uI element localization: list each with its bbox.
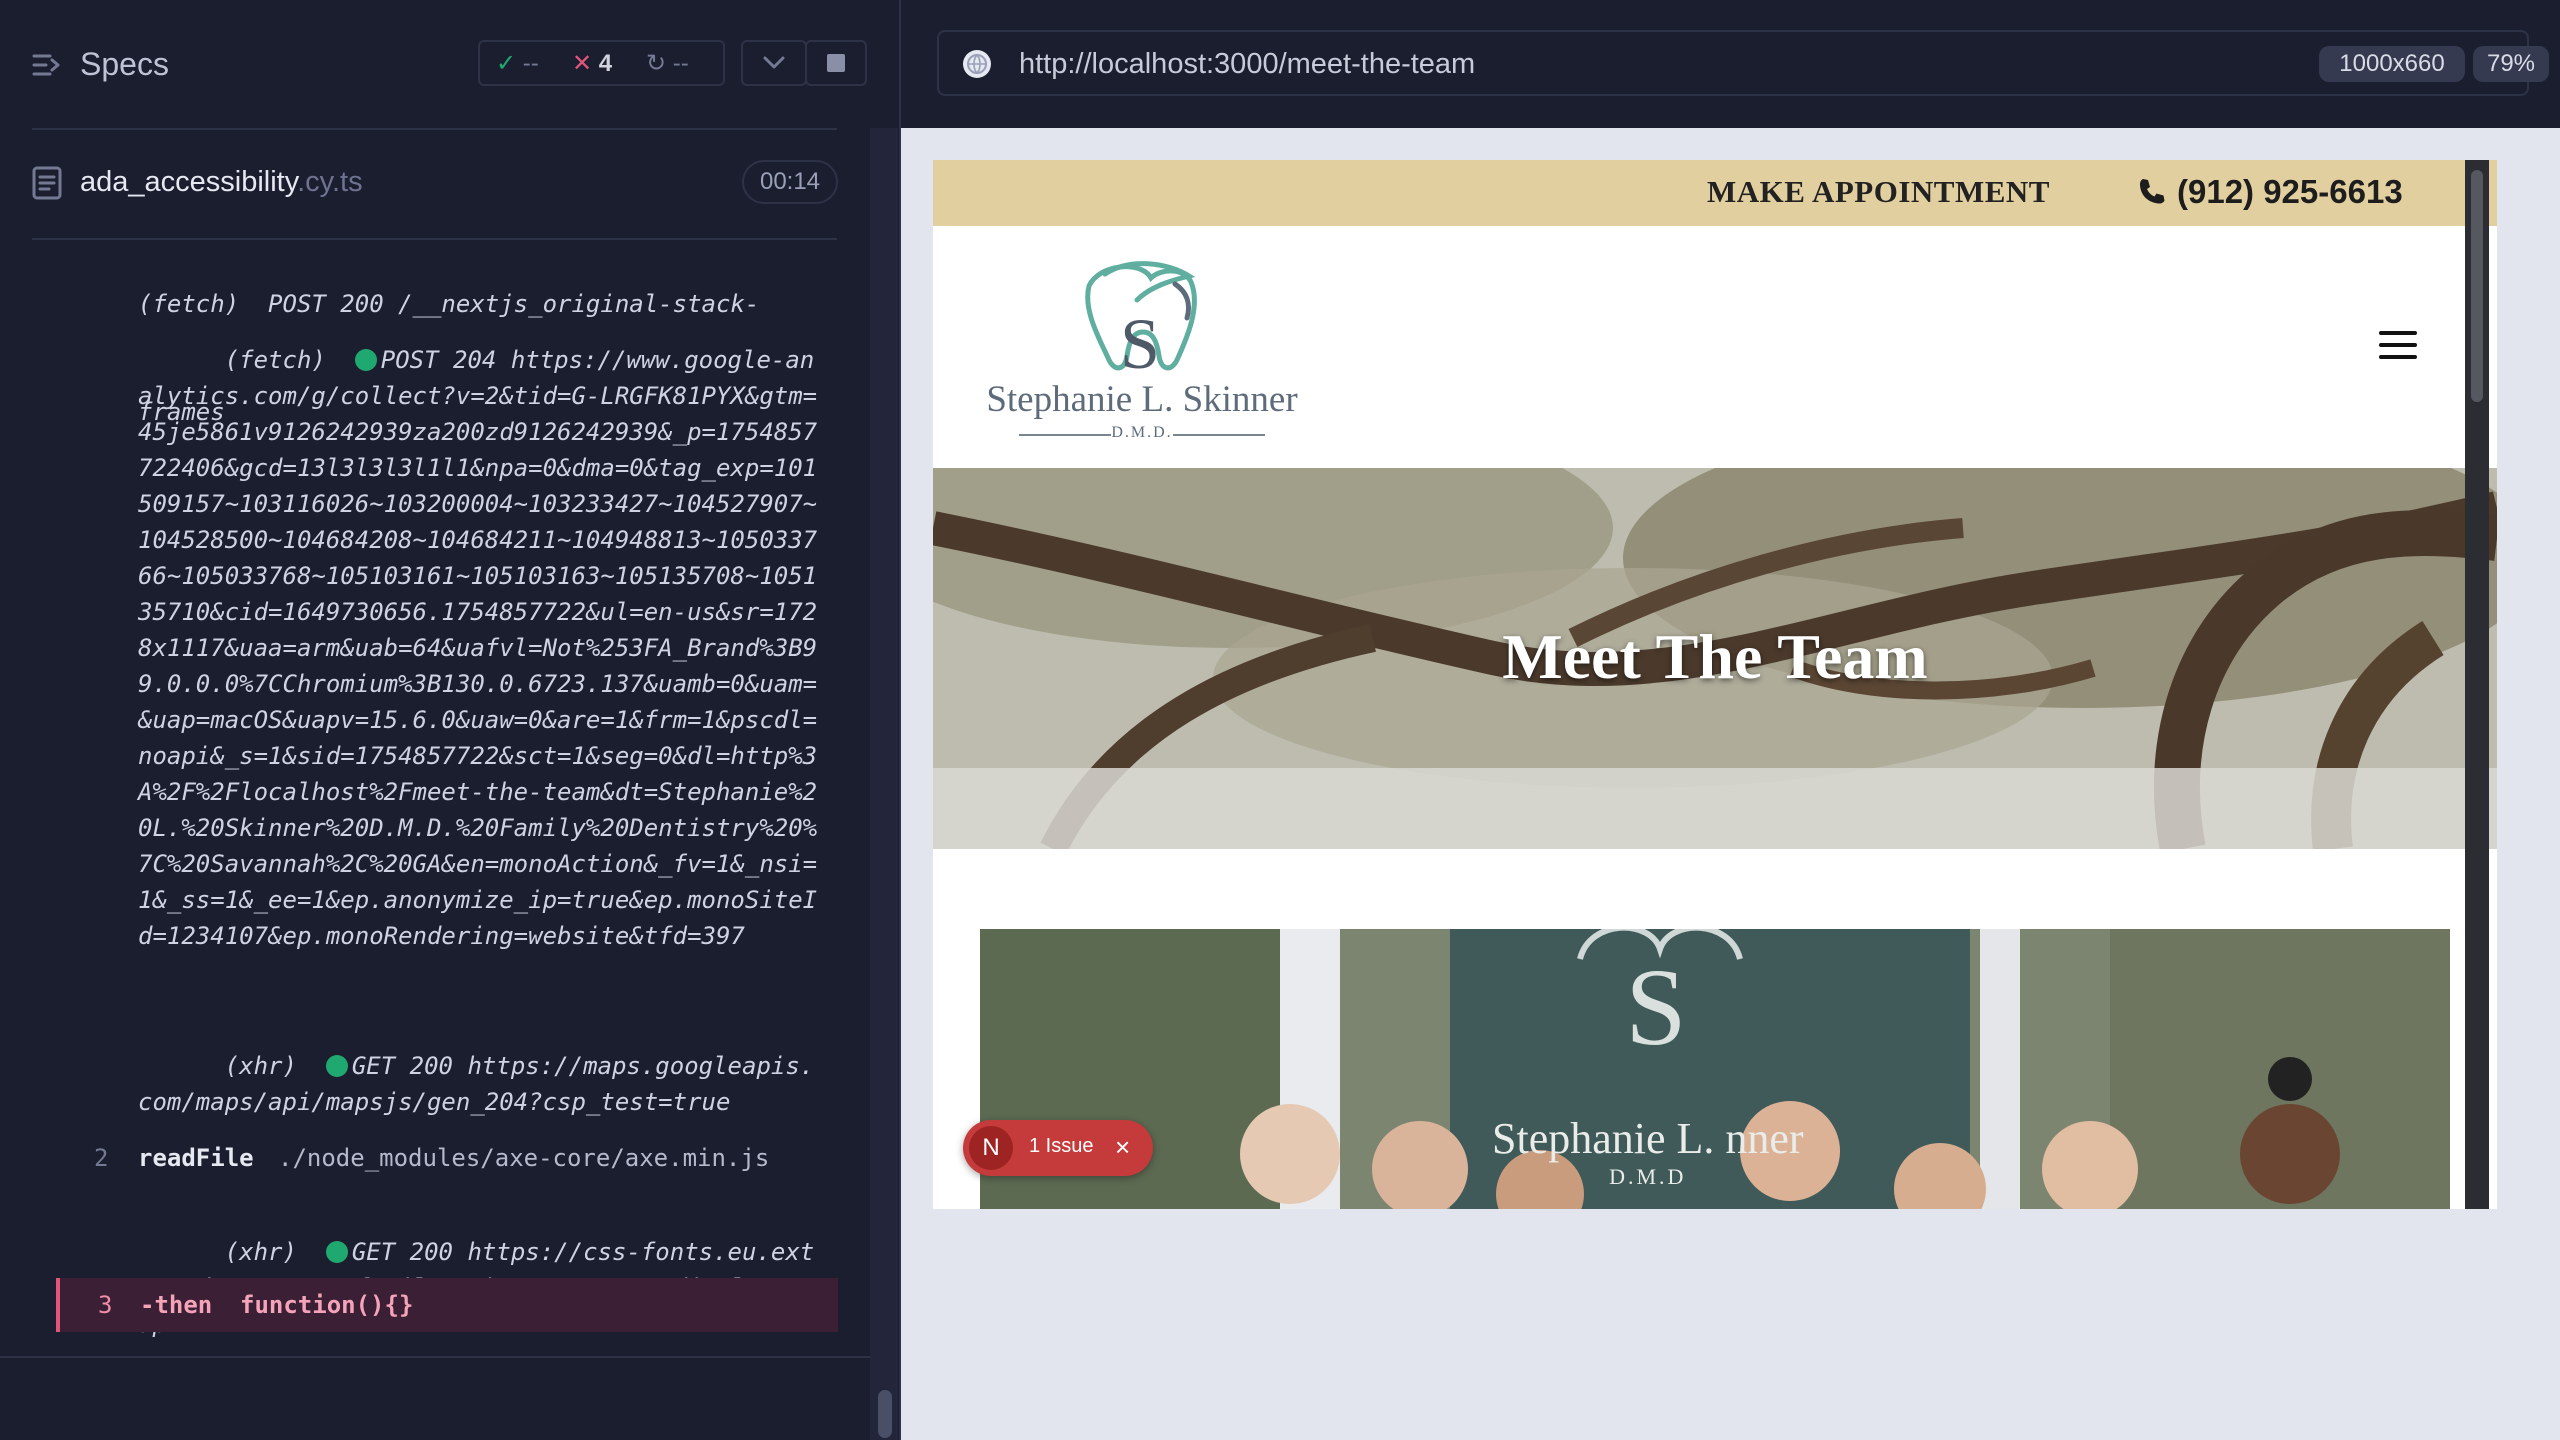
site-header: S Stephanie L. Skinner D.M.D. — [933, 226, 2497, 468]
close-icon[interactable]: × — [1115, 1132, 1130, 1162]
logo-rule-right — [1173, 434, 1265, 436]
svg-text:S: S — [1625, 946, 1686, 1068]
stop-icon — [827, 54, 845, 72]
command-number: 3 — [98, 1291, 113, 1319]
expand-toggle-button[interactable] — [741, 40, 807, 86]
logo-subtitle: D.M.D. — [1111, 424, 1173, 441]
log-entry-type: (fetch) — [224, 346, 326, 374]
log-scroll-thumb[interactable] — [878, 1390, 892, 1438]
x-icon: ✕ — [572, 50, 593, 77]
spec-file-ext: .cy.ts — [297, 166, 363, 198]
test-stats: ✓ -- ✕ 4 ↻ -- — [478, 40, 725, 86]
aut-header: http://localhost:3000/meet-the-team 1000… — [901, 0, 2560, 128]
globe-icon — [963, 50, 991, 78]
status-dot-icon — [354, 349, 377, 371]
spec-file-name: ada_accessibility.cy.ts — [80, 166, 363, 198]
specs-list-icon[interactable] — [32, 50, 62, 80]
pending-count: -- — [672, 50, 689, 77]
nextjs-logo-icon: N — [969, 1126, 1013, 1170]
command-name: -then — [140, 1291, 213, 1319]
chevron-down-icon — [763, 56, 785, 69]
pending-spinner-icon: ↻ — [646, 50, 667, 77]
spec-duration: 00:14 — [742, 160, 838, 204]
stop-button[interactable] — [805, 40, 867, 86]
header-divider — [32, 128, 837, 130]
url-bar[interactable]: http://localhost:3000/meet-the-team 1000… — [937, 30, 2549, 96]
svg-text:S: S — [1120, 304, 1160, 378]
aut-panel: http://localhost:3000/meet-the-team 1000… — [899, 0, 2560, 1440]
pending-stat: ↻ -- — [646, 48, 689, 80]
aut-scroll-thumb[interactable] — [2471, 170, 2483, 402]
passed-stat: ✓ -- — [496, 48, 539, 80]
command-arg: function(){} — [240, 1291, 414, 1319]
command-arg: ./node_modules/axe-core/axe.min.js — [278, 1144, 770, 1172]
log-entry-method: POST 204 — [380, 346, 497, 374]
status-dot-icon — [325, 1241, 348, 1263]
tooth-logo-icon: S — [1085, 261, 1197, 378]
log-entry-fetch[interactable]: (fetch) POST 204 https://www.google-anal… — [138, 306, 820, 990]
zoom-badge[interactable]: 79% — [2473, 46, 2549, 82]
hero-title: Meet The Team — [1502, 621, 1928, 692]
hero-banner: Meet The Team — [933, 468, 2497, 849]
failed-count: 4 — [598, 50, 613, 77]
command-name: readFile — [138, 1144, 254, 1172]
photo-sign-subtitle: D.M.D — [1609, 1164, 1687, 1189]
make-appointment-link[interactable]: MAKE APPOINTMENT — [1707, 174, 2050, 210]
issue-badge[interactable]: N 1 Issue × — [963, 1120, 1153, 1176]
check-icon: ✓ — [496, 50, 517, 77]
command-then-failed[interactable]: 3 -then function(){} — [56, 1278, 838, 1332]
runner-panel: Specs ✓ -- ✕ 4 ↻ -- ada_accessibility.cy… — [0, 0, 899, 1440]
log-entry-url: https://www.google-analytics.com/g/colle… — [138, 346, 818, 950]
site-topbar: MAKE APPOINTMENT (912) 925-6613 — [933, 160, 2497, 226]
log-entry-xhr[interactable]: (xhr) GET 200 https://maps.googleapis.co… — [138, 1012, 820, 1156]
viewport-size-badge[interactable]: 1000x660 — [2319, 46, 2465, 82]
hamburger-menu-icon[interactable] — [2379, 330, 2417, 360]
specs-header: Specs ✓ -- ✕ 4 ↻ -- — [0, 0, 899, 129]
aut-iframe: MAKE APPOINTMENT (912) 925-6613 S Stepha… — [933, 160, 2497, 1209]
log-entry-type: (xhr) — [224, 1238, 297, 1266]
passed-count: -- — [522, 50, 539, 77]
logo-name: Stephanie L. Skinner — [986, 379, 1298, 420]
site-logo[interactable]: S Stephanie L. Skinner D.M.D. — [977, 248, 1307, 448]
status-dot-icon — [325, 1055, 348, 1077]
phone-number-link[interactable]: (912) 925-6613 — [2177, 173, 2403, 211]
url-text: http://localhost:3000/meet-the-team — [1019, 48, 1476, 80]
command-number: 2 — [94, 1144, 109, 1172]
team-photo: S Stephanie L. nner D.M.D — [980, 929, 2450, 1209]
spec-file-row[interactable]: ada_accessibility.cy.ts 00:14 — [0, 150, 870, 216]
command-readfile[interactable]: 2 readFile ./node_modules/axe-core/axe.m… — [80, 1140, 840, 1176]
photo-sign-text: Stephanie L. nner D.M.D — [1492, 1114, 1804, 1189]
specs-title: Specs — [80, 46, 169, 82]
log-bottom-divider — [0, 1356, 870, 1358]
aut-scrollbar[interactable] — [2465, 160, 2489, 1209]
issue-count-label: 1 Issue — [1029, 1135, 1094, 1157]
failed-stat: ✕ 4 — [572, 48, 612, 80]
document-icon — [32, 166, 62, 200]
log-entry-method: GET 200 — [351, 1238, 454, 1266]
log-entry-method: GET 200 — [351, 1052, 454, 1080]
log-entry-type: (xhr) — [224, 1052, 297, 1080]
phone-icon — [2140, 179, 2165, 204]
log-scrollbar[interactable] — [870, 128, 898, 1440]
command-log[interactable]: (fetch) POST 200 /__nextjs_original-stac… — [0, 240, 870, 1360]
